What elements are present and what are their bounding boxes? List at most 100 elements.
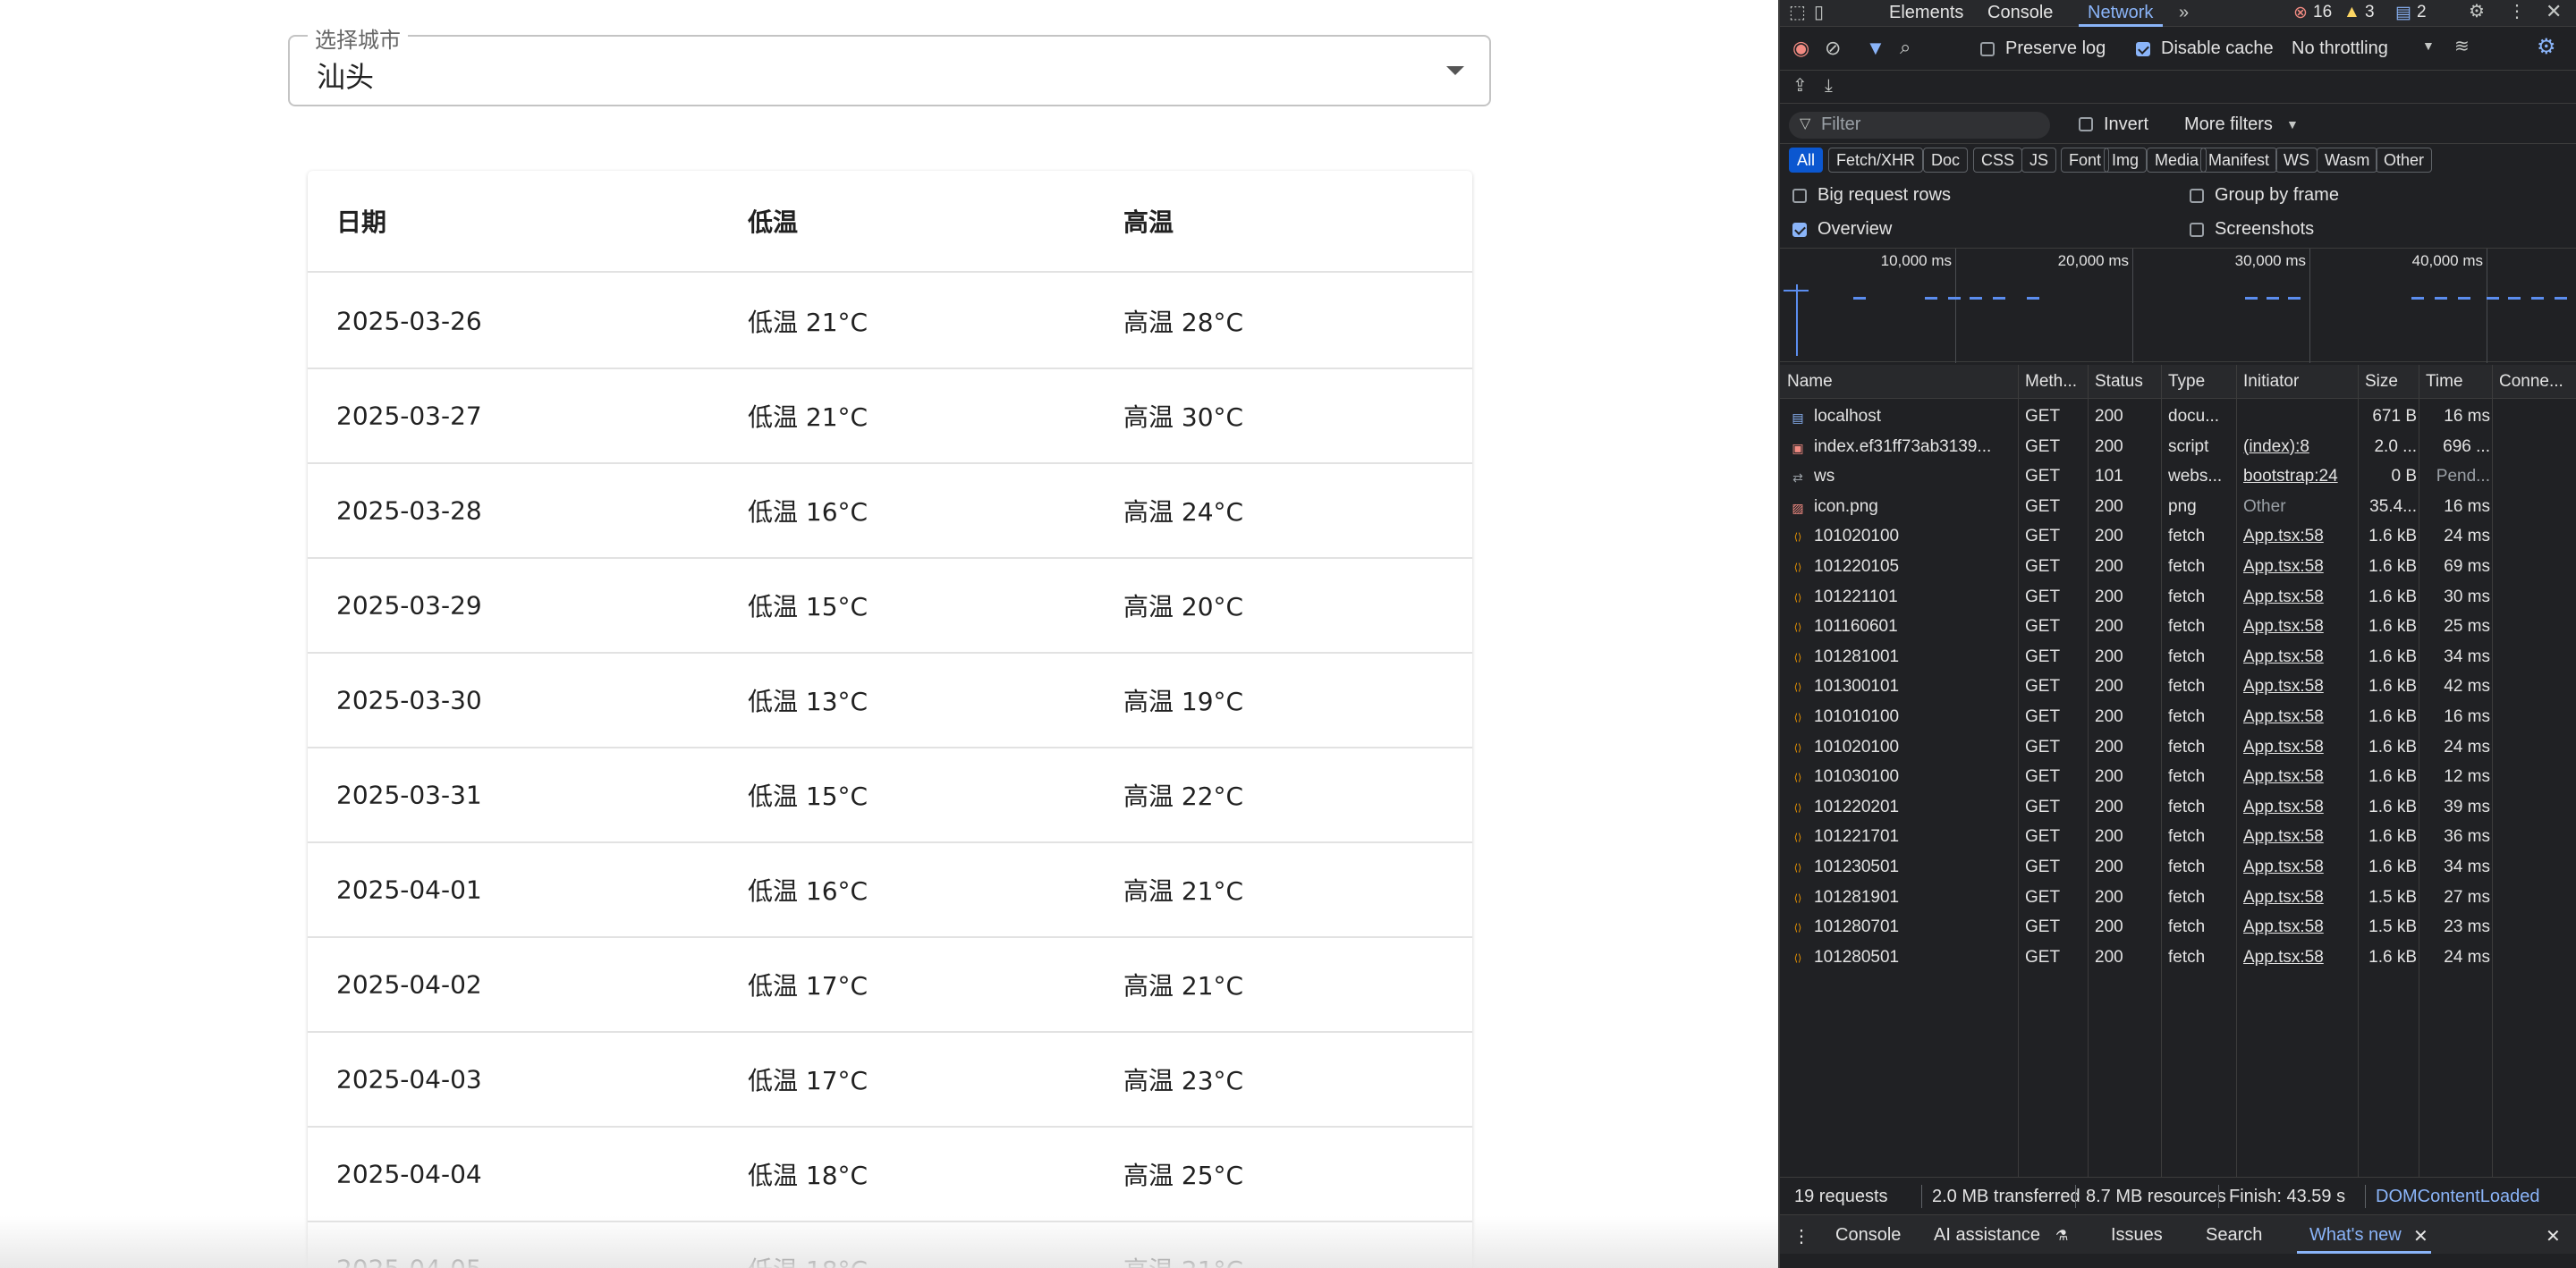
request-initiator[interactable]: App.tsx:58 bbox=[2243, 527, 2354, 546]
request-row[interactable]: ⟨⟩ 101280501 GET 200 fetch App.tsx:58 1.6 kB 24… bbox=[1780, 943, 2576, 974]
request-initiator[interactable]: App.tsx:58 bbox=[2243, 827, 2354, 847]
overview-request-bar bbox=[1993, 297, 2005, 300]
devtools-panel: ⬚ ▯ Elements Console Network » ⊗ 16 ▲ 3 … bbox=[1778, 0, 2576, 1268]
request-row[interactable]: ⟨⟩ 101281901 GET 200 fetch App.tsx:58 1.5 kB 27… bbox=[1780, 883, 2576, 914]
request-initiator[interactable]: App.tsx:58 bbox=[2243, 948, 2354, 968]
throttling-select[interactable]: No throttling bbox=[2292, 38, 2388, 59]
drawer-menu-icon[interactable]: ⋮ bbox=[1792, 1225, 1810, 1247]
request-initiator[interactable]: App.tsx:58 bbox=[2243, 707, 2354, 727]
request-row[interactable]: ▣ index.ef31ff73ab3139... GET 200 script (ind… bbox=[1780, 433, 2576, 463]
network-settings-gear-icon[interactable]: ⚙ bbox=[2537, 37, 2556, 58]
request-row[interactable]: ⟨⟩ 101020100 GET 200 fetch App.tsx:58 1.6 kB 24… bbox=[1780, 733, 2576, 764]
request-name: ws bbox=[1814, 467, 1835, 486]
network-conditions-icon[interactable]: ≋ bbox=[2454, 38, 2470, 55]
message-count[interactable]: 2 bbox=[2417, 3, 2427, 22]
request-row[interactable]: ⟨⟩ 101160601 GET 200 fetch App.tsx:58 1.6 kB 25… bbox=[1780, 613, 2576, 643]
request-row[interactable]: ▨ icon.png GET 200 png Other 35.4... 16 ms bbox=[1780, 493, 2576, 523]
column-status[interactable]: Status bbox=[2095, 372, 2143, 392]
request-row[interactable]: ⟨⟩ 101281001 GET 200 fetch App.tsx:58 1.6 kB 34… bbox=[1780, 643, 2576, 673]
throttling-chevron-icon[interactable]: ▼ bbox=[2422, 39, 2435, 52]
tab-network[interactable]: Network bbox=[2088, 3, 2153, 23]
search-icon[interactable]: ⌕ bbox=[1900, 38, 1911, 57]
export-har-icon[interactable]: ⤓ bbox=[1825, 77, 1833, 95]
request-row[interactable]: ⟨⟩ 101220201 GET 200 fetch App.tsx:58 1.6 kB 39… bbox=[1780, 793, 2576, 824]
more-filters-chevron-icon[interactable]: ▼ bbox=[2286, 118, 2299, 131]
chevron-down-icon[interactable] bbox=[1446, 66, 1464, 75]
drawer-tab-console[interactable]: Console bbox=[1835, 1225, 1901, 1246]
request-initiator[interactable]: App.tsx:58 bbox=[2243, 647, 2354, 667]
request-initiator[interactable]: App.tsx:58 bbox=[2243, 738, 2354, 757]
request-initiator[interactable]: App.tsx:58 bbox=[2243, 917, 2354, 937]
warning-icon[interactable]: ▲ bbox=[2343, 3, 2360, 22]
request-initiator[interactable]: Other bbox=[2243, 497, 2354, 517]
request-row[interactable]: ⟨⟩ 101230501 GET 200 fetch App.tsx:58 1.6 kB 34… bbox=[1780, 853, 2576, 883]
tab-elements[interactable]: Elements bbox=[1889, 3, 1963, 23]
request-row[interactable]: ⟨⟩ 101030100 GET 200 fetch App.tsx:58 1.6 kB 12… bbox=[1780, 763, 2576, 793]
network-overview-timeline[interactable]: 10,000 ms 20,000 ms 30,000 ms 40,000 ms bbox=[1780, 248, 2576, 363]
column-name[interactable]: Name bbox=[1787, 372, 1833, 392]
invert-checkbox[interactable] bbox=[2079, 117, 2093, 131]
request-type: fetch bbox=[2168, 827, 2206, 847]
record-stop-icon[interactable]: ◉ bbox=[1792, 38, 1809, 58]
request-row[interactable]: ⟨⟩ 101020100 GET 200 fetch App.tsx:58 1.6 kB 24… bbox=[1780, 522, 2576, 553]
disable-cache-checkbox[interactable] bbox=[2136, 42, 2150, 56]
close-devtools-icon[interactable]: ✕ bbox=[2546, 2, 2562, 21]
message-icon[interactable]: ▤ bbox=[2395, 3, 2411, 23]
more-tabs-icon[interactable]: » bbox=[2179, 4, 2189, 21]
request-row[interactable]: ⟨⟩ 101280701 GET 200 fetch App.tsx:58 1.5 kB 23… bbox=[1780, 913, 2576, 943]
request-initiator[interactable]: App.tsx:58 bbox=[2243, 588, 2354, 607]
tab-console[interactable]: Console bbox=[1987, 3, 2053, 23]
import-export-toolbar: ⇪ ⤓ bbox=[1780, 72, 2576, 104]
column-time[interactable]: Time bbox=[2426, 372, 2463, 392]
request-row[interactable]: ⟨⟩ 101221701 GET 200 fetch App.tsx:58 1.6 kB 36… bbox=[1780, 823, 2576, 853]
request-row[interactable]: ⟨⟩ 101300101 GET 200 fetch App.tsx:58 1.6 kB 42… bbox=[1780, 672, 2576, 703]
big-request-rows-checkbox[interactable] bbox=[1792, 189, 1807, 203]
filter-input[interactable]: ▽ Filter bbox=[1789, 112, 2050, 139]
column-connection[interactable]: Conne... bbox=[2499, 372, 2563, 392]
kebab-menu-icon[interactable]: ⋮ bbox=[2508, 3, 2526, 21]
request-row[interactable]: ▤ localhost GET 200 docu... 671 B 16 ms bbox=[1780, 402, 2576, 433]
drawer-tab-search[interactable]: Search bbox=[2206, 1225, 2262, 1246]
warning-count[interactable]: 3 bbox=[2365, 3, 2375, 22]
request-size: 1.6 kB bbox=[2368, 858, 2417, 876]
request-initiator[interactable]: App.tsx:58 bbox=[2243, 557, 2354, 577]
error-count[interactable]: 16 bbox=[2313, 3, 2332, 22]
request-row[interactable]: ⟨⟩ 101010100 GET 200 fetch App.tsx:58 1.6 kB 16… bbox=[1780, 703, 2576, 733]
import-har-icon[interactable]: ⇪ bbox=[1792, 77, 1808, 95]
request-initiator[interactable]: App.tsx:58 bbox=[2243, 798, 2354, 817]
inspect-element-icon[interactable]: ⬚ bbox=[1789, 4, 1806, 21]
overview-checkbox[interactable] bbox=[1792, 223, 1807, 237]
city-select[interactable]: 选择城市 汕头 bbox=[288, 22, 1491, 106]
close-tab-icon[interactable]: ✕ bbox=[2413, 1225, 2428, 1247]
request-row[interactable]: ⟨⟩ 101221101 GET 200 fetch App.tsx:58 1.6 kB 30… bbox=[1780, 583, 2576, 613]
column-type[interactable]: Type bbox=[2168, 372, 2205, 392]
device-toolbar-icon[interactable]: ▯ bbox=[1814, 4, 1824, 21]
column-initiator[interactable]: Initiator bbox=[2243, 372, 2299, 392]
preserve-log-checkbox[interactable] bbox=[1980, 42, 1995, 56]
scroll-fade bbox=[0, 1216, 1778, 1268]
request-initiator[interactable]: (index):8 bbox=[2243, 437, 2354, 457]
filter-funnel-icon[interactable]: ▼ bbox=[1866, 38, 1885, 58]
column-method[interactable]: Meth... bbox=[2025, 372, 2077, 392]
request-initiator[interactable]: App.tsx:58 bbox=[2243, 677, 2354, 697]
request-initiator[interactable]: App.tsx:58 bbox=[2243, 767, 2354, 787]
clear-icon[interactable]: ⊘ bbox=[1825, 38, 1841, 58]
more-filters-button[interactable]: More filters bbox=[2184, 114, 2273, 135]
request-row[interactable]: ⇄ ws GET 101 webs... bootstrap:24 0 B Pend... bbox=[1780, 462, 2576, 493]
request-initiator[interactable]: App.tsx:58 bbox=[2243, 888, 2354, 908]
request-initiator[interactable]: App.tsx:58 bbox=[2243, 617, 2354, 637]
request-method: GET bbox=[2025, 527, 2061, 546]
column-size[interactable]: Size bbox=[2365, 372, 2398, 392]
drawer-tab-whats-new[interactable]: What's new bbox=[2309, 1225, 2402, 1246]
request-row[interactable]: ⟨⟩ 101220105 GET 200 fetch App.tsx:58 1.6 kB 69… bbox=[1780, 553, 2576, 583]
drawer-tab-ai-assistance[interactable]: AI assistance bbox=[1934, 1225, 2040, 1246]
close-drawer-icon[interactable]: ✕ bbox=[2546, 1225, 2561, 1247]
screenshots-checkbox[interactable] bbox=[2190, 223, 2204, 237]
drawer-tab-issues[interactable]: Issues bbox=[2111, 1225, 2163, 1246]
group-by-frame-checkbox[interactable] bbox=[2190, 189, 2204, 203]
error-icon[interactable]: ⊗ bbox=[2293, 3, 2308, 23]
city-select-label: 选择城市 bbox=[308, 22, 408, 54]
settings-gear-icon[interactable]: ⚙ bbox=[2469, 3, 2485, 21]
request-initiator[interactable]: bootstrap:24 bbox=[2243, 467, 2354, 486]
request-initiator[interactable]: App.tsx:58 bbox=[2243, 858, 2354, 877]
